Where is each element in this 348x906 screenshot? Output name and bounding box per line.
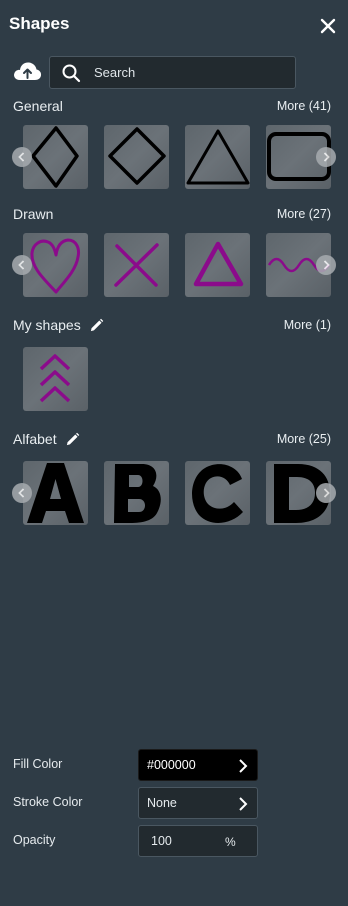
shape-tile-chevrons-up[interactable] <box>23 347 88 411</box>
shape-tile-letter-c[interactable] <box>185 461 250 525</box>
section-drawn-header: Drawn More (27) <box>13 204 331 224</box>
scroll-right-arrow[interactable] <box>316 483 336 503</box>
chevron-right-icon <box>239 797 248 811</box>
my-shapes-row <box>0 347 348 413</box>
fill-color-value: #000000 <box>147 758 196 772</box>
pencil-icon[interactable] <box>89 318 104 333</box>
shape-tile-cross[interactable] <box>104 233 169 297</box>
shape-tile-diamond-tall[interactable] <box>23 125 88 189</box>
shape-tile-drawn-triangle[interactable] <box>185 233 250 297</box>
upload-cloud-icon[interactable] <box>12 58 42 86</box>
shape-tile-heart[interactable] <box>23 233 88 297</box>
section-general-header: General More (41) <box>13 96 331 116</box>
fill-color-label: Fill Color <box>13 757 63 771</box>
alfabet-shapes-row <box>0 461 348 527</box>
stroke-color-value: None <box>147 796 177 810</box>
drawn-shapes-row <box>0 233 348 299</box>
section-my-shapes-header: My shapes More (1) <box>13 315 331 335</box>
more-general-link[interactable]: More (41) <box>277 99 331 113</box>
stroke-color-picker[interactable]: None <box>138 787 258 819</box>
search-field[interactable] <box>49 56 296 89</box>
opacity-unit: % <box>225 835 236 849</box>
more-my-shapes-link[interactable]: More (1) <box>284 318 331 332</box>
scroll-right-arrow[interactable] <box>316 255 336 275</box>
scroll-right-arrow[interactable] <box>316 147 336 167</box>
search-icon <box>62 64 81 82</box>
opacity-label: Opacity <box>13 833 56 847</box>
opacity-input[interactable] <box>151 834 211 848</box>
scroll-left-arrow[interactable] <box>12 483 32 503</box>
shape-tile-diamond[interactable] <box>104 125 169 189</box>
pencil-icon[interactable] <box>65 432 80 447</box>
chevron-right-icon <box>239 759 248 773</box>
shape-tile-letter-b[interactable] <box>104 461 169 525</box>
close-icon[interactable] <box>318 16 338 36</box>
section-alfabet-header: Alfabet More (25) <box>13 429 331 449</box>
section-title: General <box>13 98 63 114</box>
general-shapes-row <box>0 125 348 191</box>
scroll-left-arrow[interactable] <box>12 147 32 167</box>
shape-tile-triangle[interactable] <box>185 125 250 189</box>
more-drawn-link[interactable]: More (27) <box>277 207 331 221</box>
stroke-color-label: Stroke Color <box>13 795 83 809</box>
section-title-wrap: My shapes <box>13 317 104 333</box>
section-title-wrap: Alfabet <box>13 431 80 447</box>
section-title: Drawn <box>13 206 54 222</box>
more-alfabet-link[interactable]: More (25) <box>277 432 331 446</box>
scroll-left-arrow[interactable] <box>12 255 32 275</box>
fill-color-picker[interactable]: #000000 <box>138 749 258 781</box>
shape-tile-letter-a[interactable] <box>23 461 88 525</box>
opacity-field: % <box>138 825 258 857</box>
section-title: Alfabet <box>13 431 57 447</box>
section-title: My shapes <box>13 317 81 333</box>
search-input[interactable] <box>94 65 274 80</box>
panel-title: Shapes <box>9 14 70 33</box>
